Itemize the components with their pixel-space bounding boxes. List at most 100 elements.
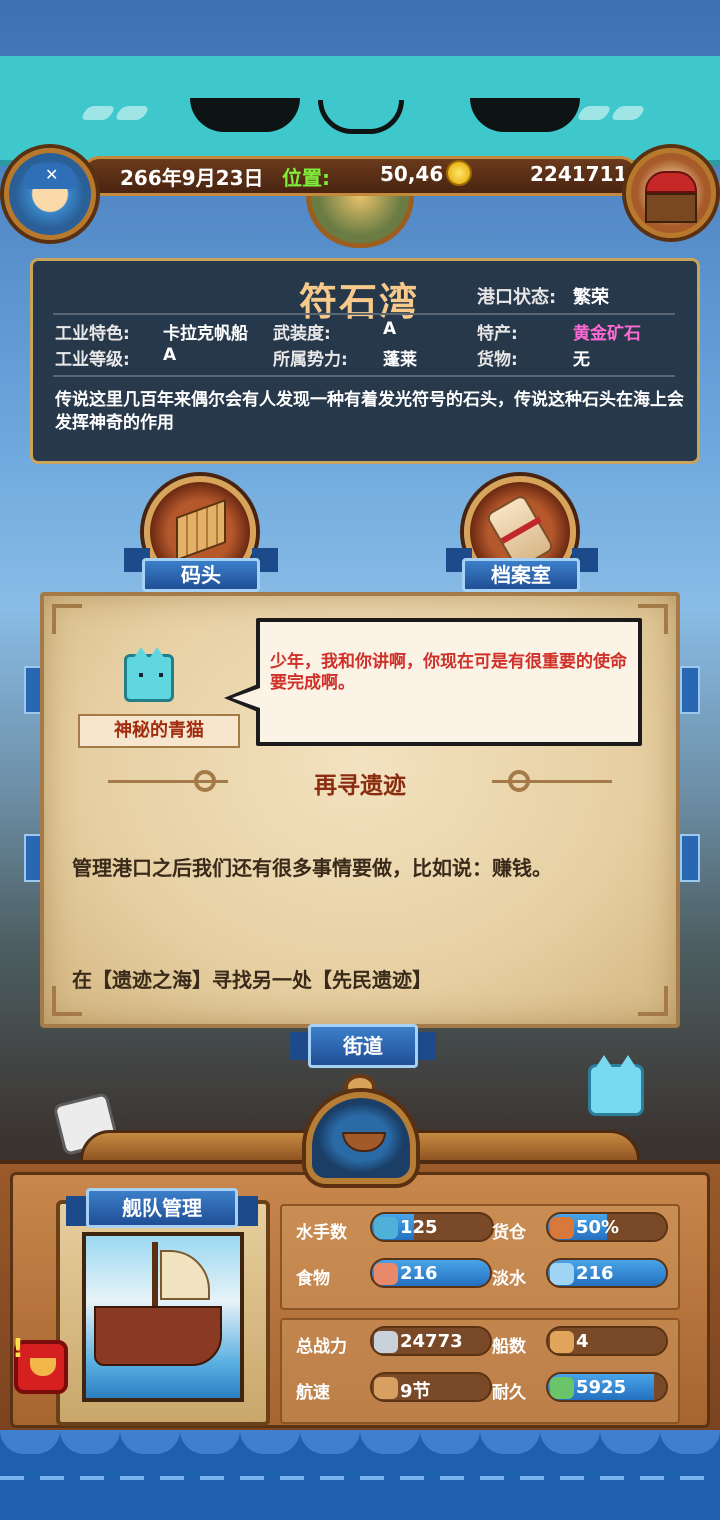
wave	[660, 1430, 720, 1454]
power-label: 总战力	[296, 1337, 347, 1357]
port-info-panel: 符石湾 港口状态: 繁荣 工业特色: 卡拉克帆船 武装度: A 特产: 黄金矿石…	[30, 258, 700, 464]
ocean-waves	[0, 1430, 720, 1520]
side-tab-right[interactable]	[680, 834, 700, 882]
wave	[180, 1430, 240, 1454]
sailors-bar: 125	[370, 1212, 494, 1242]
side-tab-right[interactable]	[680, 666, 700, 714]
specialty-label: 特产:	[477, 324, 518, 344]
ship-frame[interactable]	[56, 1200, 270, 1426]
treasure-chest-button[interactable]	[626, 148, 716, 238]
wave	[0, 1430, 60, 1454]
blue-cat-npc-icon	[124, 647, 174, 702]
crossed-swords-icon	[374, 1331, 398, 1353]
game-screen: 266年9月23日 位置: 50,46 2241711 符石湾 港口状态: 繁荣…	[0, 0, 720, 1520]
corner-ornament	[52, 604, 82, 634]
goods-value: 无	[573, 350, 590, 370]
quest-title: 再寻遗迹	[314, 773, 406, 799]
map-compass-button[interactable]	[306, 196, 414, 248]
wave	[600, 1430, 660, 1454]
combat-stats: 总战力 24773 船数 4 航速 9节 耐久 5925	[280, 1318, 680, 1424]
speech-bubble-tail-fill	[232, 688, 260, 708]
repair-ship-icon	[550, 1377, 574, 1399]
blue-cat-mascot-icon[interactable]	[588, 1055, 644, 1116]
water-bar: 216	[546, 1258, 668, 1288]
ship-sail	[160, 1250, 210, 1300]
ship-icon	[342, 1132, 386, 1152]
industry-feature-label: 工业特色:	[55, 324, 130, 344]
npc-eyes	[139, 673, 163, 677]
sailor-icon	[374, 1217, 398, 1239]
quest-description: 管理港口之后我们还有很多事情要做，比如说：赚钱。	[72, 856, 552, 880]
alert-ship-icon	[30, 1358, 56, 1376]
ship-mast	[152, 1242, 158, 1312]
ship-cutaway-image	[82, 1232, 244, 1402]
industry-feature-value: 卡拉克帆船	[163, 324, 248, 344]
cat-stripe	[79, 106, 117, 120]
faction-label: 所属势力:	[273, 350, 348, 370]
speech-bubble: 少年，我和你讲啊，你现在可是有很重要的使命要完成啊。	[256, 618, 642, 746]
power-bar: 24773	[370, 1326, 492, 1356]
wave	[420, 1430, 480, 1454]
durability-label: 耐久	[492, 1383, 526, 1403]
port-name: 符石湾	[299, 280, 420, 324]
dock-label[interactable]: 码头	[142, 558, 260, 592]
speed-value: 9节	[400, 1381, 431, 1402]
sail-button[interactable]	[306, 1092, 416, 1184]
cat-stripe	[609, 106, 647, 120]
wave	[240, 1430, 300, 1454]
durability-value: 5925	[576, 1377, 627, 1398]
fleet-management-button[interactable]: 舰队管理	[86, 1188, 238, 1228]
position-label: 位置:	[282, 166, 330, 190]
wave	[360, 1430, 420, 1454]
cargo-value: 50%	[576, 1217, 620, 1238]
goods-label: 货物:	[477, 350, 518, 370]
corner-ornament	[638, 604, 668, 634]
cat-eye-left	[190, 98, 300, 132]
cat-stripe	[575, 106, 613, 120]
water-value: 216	[576, 1263, 614, 1284]
wave	[540, 1430, 600, 1454]
wave-line	[0, 1476, 720, 1480]
food-bar: 216	[370, 1258, 492, 1288]
water-label: 淡水	[492, 1269, 526, 1289]
speed-bar: 9节	[370, 1372, 492, 1402]
supplies-stats: 水手数 125 货仓 50% 食物 216 淡水 216	[280, 1204, 680, 1310]
meat-icon	[374, 1263, 398, 1285]
water-jug-icon	[550, 1263, 574, 1285]
npc-speech: 少年，我和你讲啊，你现在可是有很重要的使命要完成啊。	[270, 652, 627, 693]
power-value: 24773	[400, 1331, 463, 1352]
ship-count-icon	[550, 1331, 574, 1353]
ships-label: 船数	[492, 1337, 526, 1357]
sailors-label: 水手数	[296, 1223, 347, 1243]
pirate-hat-icon	[23, 163, 77, 189]
crate-icon	[550, 1217, 574, 1239]
position-value: 50,46	[380, 162, 444, 186]
industry-level-label: 工业等级:	[55, 350, 130, 370]
ship-alert-button[interactable]	[12, 1334, 68, 1394]
street-button[interactable]: 街道	[308, 1024, 418, 1068]
divider	[53, 313, 675, 315]
cat-stripe	[113, 106, 151, 120]
archive-label[interactable]: 档案室	[462, 558, 580, 592]
ships-value: 4	[576, 1331, 589, 1352]
cargo-bar: 50%	[546, 1212, 668, 1242]
player-avatar[interactable]	[4, 148, 96, 240]
gold-amount: 2241711	[530, 162, 628, 186]
sailboat-icon	[374, 1377, 398, 1399]
cat-mouth	[318, 100, 404, 134]
chest-body	[645, 193, 697, 223]
quest-objective: 在【遗迹之海】寻找另一处【先民遗迹】	[72, 968, 432, 992]
wave	[480, 1430, 540, 1454]
quest-dialog: 神秘的青猫 少年，我和你讲啊，你现在可是有很重要的使命要完成啊。 再寻遗迹 管理…	[40, 592, 680, 1028]
port-description: 传说这里几百年来偶尔会有人发现一种有着发光符号的石头，传说这种石头在海上会发挥神…	[55, 390, 684, 433]
port-status-value: 繁荣	[573, 287, 609, 308]
game-date: 266年9月23日	[120, 166, 264, 190]
divider	[53, 375, 675, 377]
durability-bar: 5925	[546, 1372, 668, 1402]
wave	[300, 1430, 360, 1454]
wave	[60, 1430, 120, 1454]
specialty-value: 黄金矿石	[573, 324, 641, 344]
armament-label: 武装度:	[273, 324, 331, 344]
cargo-label: 货仓	[492, 1223, 526, 1243]
corner-ornament	[638, 986, 668, 1016]
